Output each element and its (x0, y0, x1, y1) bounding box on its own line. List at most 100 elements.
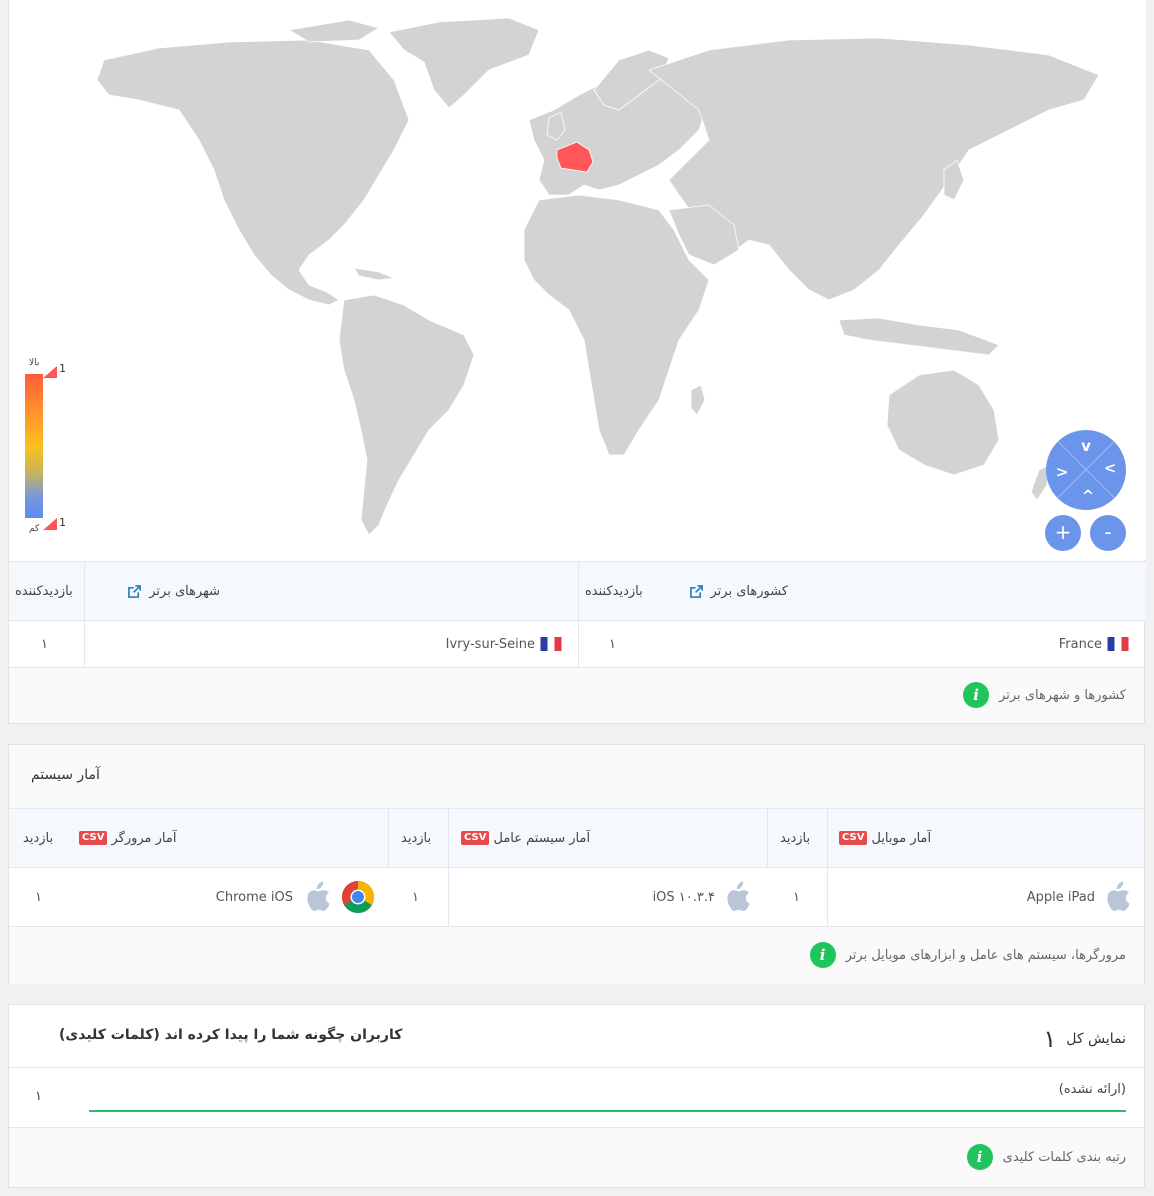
city-name[interactable]: Ivry-sur-Seine (446, 637, 535, 652)
keyword-count: ۱ (35, 1089, 42, 1104)
mobile-stats-header: CSV آمار موبایل (835, 809, 935, 867)
device-visits-cell: ۱ (793, 868, 813, 926)
browser-visits-header: بازدید (23, 809, 73, 867)
legend-gradient (25, 374, 43, 518)
csv-export-button[interactable]: CSV (839, 831, 868, 845)
table-row: France ۱ Ivry-sur-Seine ۱ (9, 621, 1146, 667)
total-value: ۱ (1043, 1025, 1057, 1053)
device-name: Apple iPad (1026, 889, 1095, 905)
map-madagascar[interactable] (690, 384, 706, 416)
keyword-row: (ارائه نشده) ۱ (9, 1067, 1144, 1127)
pan-down-button[interactable]: ^ (1078, 486, 1098, 506)
os-visits-value: ۱ (412, 889, 419, 905)
os-cell: iOS ۱۰.۳.۴ (461, 868, 751, 926)
visit-header-label: بازدید (23, 830, 54, 846)
visit-header-label: بازدید (401, 830, 432, 846)
os-name: iOS ۱۰.۳.۴ (652, 889, 715, 905)
world-map-svg[interactable] (9, 0, 1146, 560)
visitors-header-label: بازدیدکننده (585, 583, 643, 599)
map-caribbean[interactable] (353, 267, 396, 281)
legend-low-label: کم (29, 524, 40, 534)
zoom-out-button[interactable]: - (1090, 515, 1126, 551)
csv-export-button[interactable]: CSV (461, 831, 490, 845)
zoom-in-button[interactable]: + (1045, 515, 1081, 551)
mobile-visits-header: بازدید (780, 809, 830, 867)
os-visits-header: بازدید (401, 809, 451, 867)
os-stats-header: CSV آمار سیستم عامل (457, 809, 597, 867)
table-row: Apple iPad ۱ iOS ۱۰.۳.۴ ۱ Chrome iOS ۱ (9, 868, 1144, 926)
browser-header-label: آمار مرورگر (111, 830, 177, 846)
geo-panel: بالا 1 1 کم v > < ^ + - کشورهای برتر باز… (8, 0, 1146, 724)
countries-header: کشورهای برتر (624, 562, 1144, 620)
keyword-share-bar (89, 1110, 1126, 1112)
keywords-footer-info: رتبه بندی کلمات کلیدی i (966, 1144, 1126, 1170)
cities-header-label: شهرهای برتر (149, 583, 220, 599)
city-visitors-header: بازدیدکننده (15, 562, 85, 620)
keywords-footer: رتبه بندی کلمات کلیدی i (9, 1127, 1144, 1187)
legend-max-value: 1 (59, 362, 66, 375)
keyword-label: (ارائه نشده) (1058, 1082, 1126, 1097)
map-australia[interactable] (886, 369, 1000, 476)
device-cell: Apple iPad (839, 868, 1131, 926)
info-icon[interactable]: i (963, 682, 990, 708)
visit-header-label: بازدید (780, 830, 811, 846)
keywords-panel: کاربران چگونه شما را پیدا کرده اند (کلما… (8, 1004, 1145, 1188)
country-visitors-value: ۱ (609, 636, 616, 652)
system-footer-info: مرورگرها، سیستم های عامل و ابزارهای موبا… (809, 942, 1126, 968)
system-footer: مرورگرها، سیستم های عامل و ابزارهای موبا… (9, 926, 1144, 984)
france-flag-icon (540, 637, 562, 651)
browser-name: Chrome iOS (215, 889, 293, 905)
map-pan-control[interactable]: v > < ^ (1046, 430, 1126, 510)
cities-header: شهرهای برتر (85, 562, 575, 620)
os-header-label: آمار سیستم عامل (493, 830, 591, 846)
map-south-america[interactable] (338, 294, 475, 536)
legend-min-marker (43, 518, 57, 530)
country-name[interactable]: France (1059, 637, 1102, 652)
external-link-icon[interactable] (689, 584, 703, 598)
system-title: آمار سیستم (31, 767, 100, 783)
world-map[interactable]: بالا 1 1 کم v > < ^ + - (9, 0, 1146, 560)
city-visitors-cell: ۱ (41, 621, 61, 667)
country-cell: France (629, 621, 1134, 667)
system-footer-label: مرورگرها، سیستم های عامل و ابزارهای موبا… (845, 947, 1126, 963)
info-icon[interactable]: i (809, 942, 836, 968)
keywords-footer-label: رتبه بندی کلمات کلیدی (1002, 1149, 1126, 1165)
geo-table-header: کشورهای برتر بازدیدکننده شهرهای برتر باز… (9, 561, 1146, 621)
map-legend: بالا 1 1 کم (25, 358, 69, 542)
visitors-header-label: بازدیدکننده (15, 583, 73, 599)
pan-left-button[interactable]: > (1052, 462, 1072, 482)
map-north-america[interactable] (96, 39, 410, 306)
map-arctic-islands[interactable] (287, 19, 381, 43)
device-visits-value: ۱ (793, 889, 800, 905)
os-visits-cell: ۱ (412, 868, 432, 926)
csv-export-button[interactable]: CSV (79, 831, 108, 845)
system-panel-header: آمار سیستم (9, 745, 1144, 808)
city-cell: Ivry-sur-Seine (89, 621, 567, 667)
browser-cell: Chrome iOS (129, 868, 375, 926)
apple-icon (727, 881, 750, 911)
map-indonesia[interactable] (838, 317, 1000, 356)
legend-high-label: بالا (29, 358, 40, 368)
browser-stats-header: CSV آمار مرورگر (75, 809, 185, 867)
keywords-title: کاربران چگونه شما را پیدا کرده اند (کلما… (59, 1027, 403, 1043)
info-icon[interactable]: i (966, 1144, 993, 1170)
city-visitors-value: ۱ (41, 636, 48, 652)
total-label: نمایش کل (1066, 1031, 1126, 1047)
map-greenland[interactable] (388, 17, 540, 109)
countries-header-label: کشورهای برتر (710, 583, 789, 599)
pan-right-button[interactable]: < (1100, 458, 1120, 478)
geo-footer-info: کشورها و شهرهای برتر i (963, 682, 1126, 708)
browser-visits-cell: ۱ (35, 868, 55, 926)
keywords-total: نمایش کل ۱ (1043, 1025, 1126, 1053)
pan-up-button[interactable]: v (1076, 436, 1096, 456)
legend-min-value: 1 (59, 516, 66, 529)
mobile-header-label: آمار موبایل (871, 830, 932, 846)
external-link-icon[interactable] (128, 584, 142, 598)
geo-footer: کشورها و شهرهای برتر i (9, 667, 1144, 723)
country-visitors-header: بازدیدکننده (585, 562, 655, 620)
keywords-header: کاربران چگونه شما را پیدا کرده اند (کلما… (9, 1005, 1144, 1068)
keyword-bar-track (89, 1110, 1126, 1112)
country-visitors-cell: ۱ (609, 621, 629, 667)
legend-max-marker (43, 366, 57, 378)
browser-visits-value: ۱ (35, 889, 42, 905)
